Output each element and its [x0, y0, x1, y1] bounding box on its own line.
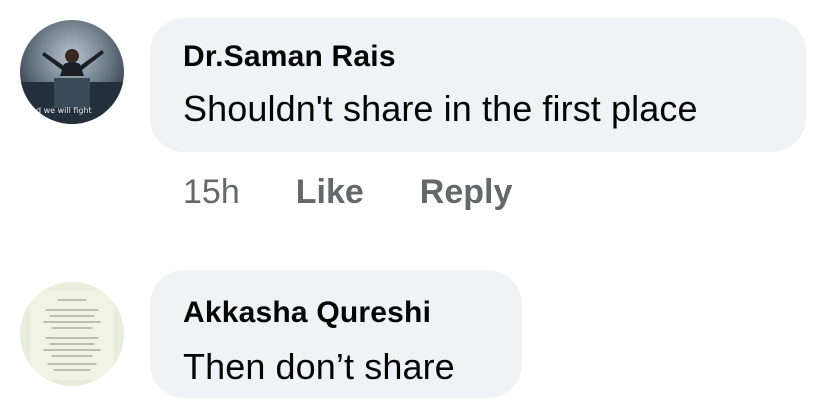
- like-button[interactable]: Like: [296, 173, 364, 212]
- comment-text: Shouldn't share in the first place: [183, 88, 698, 129]
- comment-timestamp[interactable]: 15h: [183, 173, 240, 212]
- comment-author[interactable]: Akkasha Qureshi: [183, 296, 431, 330]
- avatar-caption: and we will fight: [26, 106, 92, 115]
- comment-actions: 15h Like Reply: [183, 172, 512, 212]
- reply-button[interactable]: Reply: [420, 173, 513, 212]
- avatar[interactable]: and we will fight: [20, 20, 124, 124]
- comment-bubble: Akkasha Qureshi Then don’t share: [150, 270, 522, 398]
- comment-author[interactable]: Dr.Saman Rais: [183, 40, 396, 74]
- comment-bubble: Dr.Saman Rais Shouldn't share in the fir…: [150, 18, 806, 152]
- comment-text: Then don’t share: [183, 346, 455, 387]
- avatar[interactable]: [20, 282, 124, 386]
- profile-photo-icon: and we will fight: [20, 20, 124, 124]
- profile-photo-icon: [20, 282, 124, 386]
